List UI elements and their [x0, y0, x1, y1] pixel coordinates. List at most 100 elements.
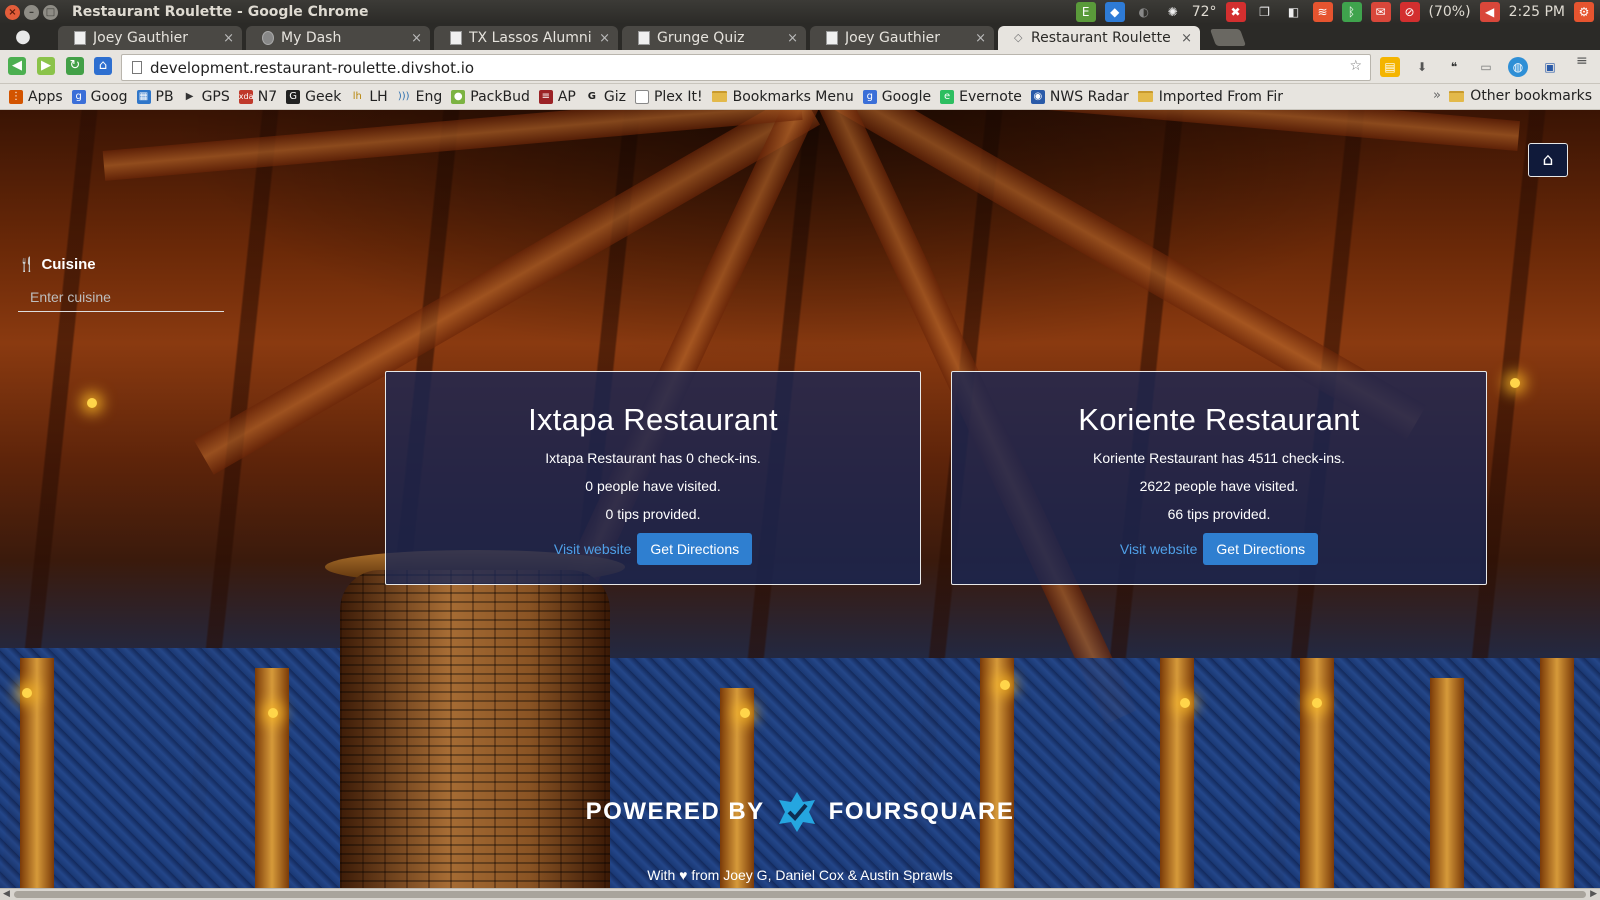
tab-grunge-quiz[interactable]: Grunge Quiz ×: [622, 26, 806, 50]
hangouts-icon[interactable]: ❝: [1444, 57, 1464, 77]
extension-keep-icon[interactable]: ▤: [1380, 57, 1400, 77]
wooden-post: [720, 688, 754, 888]
bookmark-label: NWS Radar: [1049, 88, 1129, 105]
powered-by-text: POWERED BY: [585, 798, 765, 825]
indicator-tray-icon[interactable]: ◧: [1284, 2, 1304, 22]
restaurant-name: Ixtapa Restaurant: [528, 402, 778, 437]
bookmark-pb[interactable]: ▦ PB: [136, 89, 174, 105]
tab-label: My Dash: [281, 30, 342, 46]
clipboard-tray-icon[interactable]: ❐: [1255, 2, 1275, 22]
bookmark-geek[interactable]: G Geek: [286, 89, 341, 105]
bookmark-google[interactable]: g Google: [862, 89, 931, 105]
temperature-text: 72°: [1191, 4, 1217, 20]
ceiling-light: [87, 398, 97, 408]
sync-tray-icon[interactable]: ◐: [1134, 2, 1154, 22]
tab-close-icon[interactable]: ×: [223, 31, 234, 46]
tab-joey-gauthier[interactable]: Joey Gauthier ×: [58, 26, 242, 50]
bluetooth-icon[interactable]: ᛒ: [1341, 2, 1362, 22]
dropbox-tray-icon[interactable]: ◆: [1104, 2, 1125, 22]
restaurant-card-1: Ixtapa Restaurant Ixtapa Restaurant has …: [385, 371, 921, 585]
tab-my-dash[interactable]: My Dash ×: [246, 26, 430, 50]
page-favicon-icon: [262, 31, 274, 45]
clock[interactable]: 2:25 PM: [1509, 4, 1565, 20]
tab-label: Joey Gauthier: [845, 30, 940, 46]
folder-icon: [1137, 91, 1153, 102]
tab-restaurant-roulette[interactable]: ◇ Restaurant Roulette ×: [998, 26, 1200, 50]
bookmarks-overflow-chevron-icon[interactable]: »: [1433, 88, 1441, 103]
wooden-post: [1540, 658, 1574, 888]
new-tab-button[interactable]: [1209, 29, 1247, 46]
visited-text: 2622 people have visited.: [1139, 478, 1299, 494]
bookmark-label: Bookmarks Menu: [732, 88, 854, 105]
back-arrow-icon[interactable]: ◀: [8, 57, 26, 75]
tab-close-icon[interactable]: ×: [411, 31, 422, 46]
minimize-window-icon[interactable]: –: [24, 4, 39, 20]
other-bookmarks[interactable]: Other bookmarks: [1449, 88, 1592, 104]
bookmark-giz[interactable]: G Giz: [585, 89, 626, 105]
visit-website-link[interactable]: Visit website: [1120, 541, 1198, 557]
evernote-tray-icon[interactable]: E: [1075, 2, 1096, 22]
bookmark-eng[interactable]: ))) Eng: [397, 89, 442, 105]
bookmark-bookmarks-menu[interactable]: Bookmarks Menu: [711, 88, 854, 105]
window-controls: × – □: [5, 4, 58, 20]
get-directions-button[interactable]: Get Directions: [1203, 533, 1319, 565]
bookmark-ap[interactable]: ≡ AP: [538, 88, 576, 105]
volume-icon[interactable]: ◀: [1479, 2, 1500, 22]
cast-icon[interactable]: ▭: [1476, 57, 1496, 77]
bookmark-label: N7: [257, 88, 278, 105]
page-favicon-icon: [638, 31, 650, 45]
bookmark-plex-it[interactable]: Plex It!: [634, 89, 703, 105]
ap-icon: ≡: [538, 89, 553, 104]
bookmark-imported[interactable]: Imported From Fir: [1137, 89, 1283, 105]
tab-close-icon[interactable]: ×: [787, 31, 798, 46]
chrome-menu-icon[interactable]: ≡: [1576, 54, 1590, 68]
address-bar[interactable]: development.restaurant-roulette.divshot.…: [121, 54, 1371, 81]
error-tray-icon[interactable]: ✖: [1225, 2, 1246, 22]
mail-icon[interactable]: ✉: [1370, 2, 1391, 22]
screen-capture-icon[interactable]: ▣: [1540, 57, 1560, 77]
globe-extension-icon[interactable]: ◍: [1508, 57, 1528, 77]
folder-icon: [1449, 90, 1465, 102]
scrollbar-thumb[interactable]: [14, 891, 1586, 898]
page-info-icon[interactable]: [132, 61, 142, 74]
home-button[interactable]: ⌂: [1528, 143, 1568, 177]
battery-icon[interactable]: ⊘: [1399, 2, 1420, 22]
maximize-window-icon[interactable]: □: [43, 4, 58, 20]
get-directions-button[interactable]: Get Directions: [637, 533, 753, 565]
bookmark-evernote[interactable]: e Evernote: [940, 89, 1022, 105]
download-icon[interactable]: ⬇: [1412, 57, 1432, 77]
bookmark-lh[interactable]: lh LH: [350, 89, 388, 105]
wifi-icon[interactable]: ≋: [1312, 2, 1333, 22]
tab-label: Joey Gauthier: [93, 30, 188, 46]
reload-icon[interactable]: ↻: [66, 57, 84, 75]
cuisine-input[interactable]: [18, 282, 224, 312]
bookmark-packbud[interactable]: ● PackBud: [451, 89, 530, 105]
scroll-left-arrow-icon[interactable]: ◀: [3, 889, 10, 899]
weather-sun-icon[interactable]: ✺: [1163, 2, 1183, 22]
scroll-right-arrow-icon[interactable]: ▶: [1590, 889, 1597, 899]
bookmark-label: AP: [557, 88, 576, 105]
foursquare-logo-icon: [778, 792, 815, 832]
profile-avatar-icon[interactable]: ●: [14, 26, 32, 48]
bookmark-apps[interactable]: ⋮ Apps: [9, 89, 63, 105]
cutlery-icon: 🍴: [18, 256, 36, 272]
tab-close-icon[interactable]: ×: [599, 31, 610, 46]
bookmark-label: Apps: [28, 88, 63, 105]
page-icon: [634, 89, 649, 104]
home-icon[interactable]: ⌂: [94, 57, 112, 75]
bookmark-nws-radar[interactable]: ◉ NWS Radar: [1030, 88, 1129, 105]
url-text[interactable]: development.restaurant-roulette.divshot.…: [150, 59, 474, 77]
forward-arrow-icon[interactable]: ▶: [37, 57, 55, 75]
tab-joey-gauthier-2[interactable]: Joey Gauthier ×: [810, 26, 994, 50]
session-gear-icon[interactable]: ⚙: [1574, 2, 1594, 22]
bookmark-n7[interactable]: xda N7: [238, 88, 278, 105]
bookmark-star-icon[interactable]: ☆: [1349, 58, 1362, 74]
bookmark-goog[interactable]: g Goog: [71, 89, 128, 105]
tab-close-icon[interactable]: ×: [975, 31, 986, 46]
visit-website-link[interactable]: Visit website: [554, 541, 632, 557]
tab-close-icon[interactable]: ×: [1181, 31, 1192, 46]
close-window-icon[interactable]: ×: [5, 4, 20, 20]
tab-tx-lassos-alumni[interactable]: TX Lassos Alumni ×: [434, 26, 618, 50]
bookmark-gps[interactable]: ▶ GPS: [183, 89, 230, 105]
horizontal-scrollbar[interactable]: ◀ ▶: [0, 888, 1600, 900]
